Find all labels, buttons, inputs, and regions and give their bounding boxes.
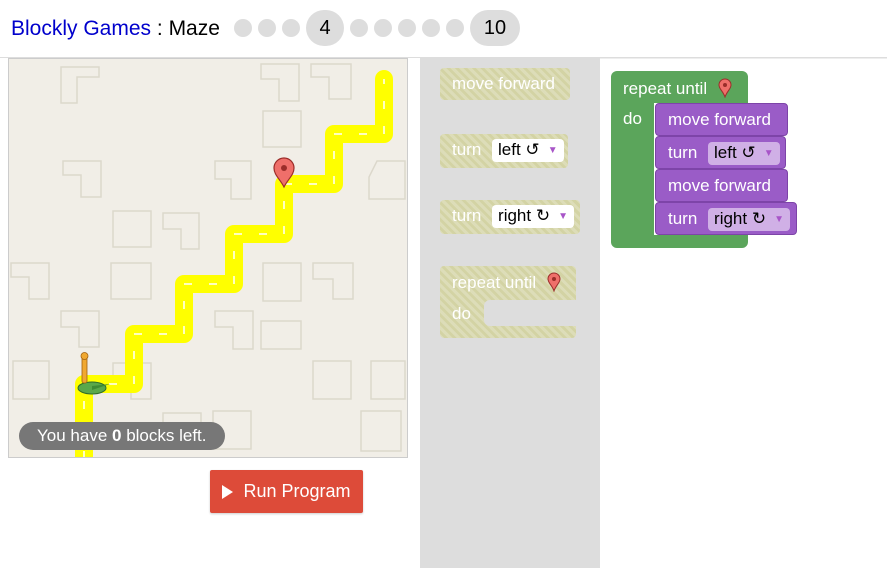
workspace[interactable]: repeat until do move forward turn left ↺… [600,58,887,568]
dropdown-arrow-icon: ▼ [558,210,568,222]
level-9-link[interactable] [446,19,464,37]
dropdown-arrow-icon: ▼ [547,144,558,156]
current-level[interactable]: 4 [306,10,344,46]
toolbox-repeat-until-label: repeat until [452,273,537,292]
workspace-left-value: left ↺ [714,143,756,162]
workspace-move-forward-label-2: move forward [668,176,771,195]
blocks-left-bubble: You have 0 blocks left. [19,422,225,450]
level-6-link[interactable] [374,19,392,37]
play-triangle-icon [222,484,234,499]
workspace-move-forward-block-2[interactable]: move forward [655,169,788,202]
dropdown-arrow-icon: ▼ [763,147,774,159]
toolbox-flyout: move forward turn left ↺ ▼ turn right ↻ ▼ … [420,58,600,568]
maze-board: You have 0 blocks left. [8,58,408,458]
maze-svg [10,63,406,457]
right-option-text: right ↻ [498,206,551,225]
level-selector: 4 10 [234,10,520,46]
left-option-text: left ↺ [498,140,540,159]
workspace-move-forward-label-1: move forward [668,110,771,129]
header: Blockly Games : Maze 4 10 [0,0,887,58]
run-program-button[interactable]: Run Program [210,470,363,513]
level-2-link[interactable] [258,19,276,37]
workspace-turn-right-block[interactable]: turn right ↻ ▼ [655,202,797,235]
toolbox-repeat-until-block[interactable]: repeat until do [440,266,576,338]
run-program-label: Run Program [243,481,351,501]
workspace-left-dropdown[interactable]: left ↺ ▼ [708,142,780,165]
toolbox-do-label: do [452,304,471,323]
level-5-link[interactable] [350,19,368,37]
level-8-link[interactable] [422,19,440,37]
capacity-prefix: You have [37,426,112,445]
workspace-repeat-until-label: repeat until [623,79,708,98]
capacity-suffix: blocks left. [121,426,207,445]
workspace-turn-label-1: turn [668,143,698,162]
title-separator: : [151,17,169,40]
workspace-right-value: right ↻ [714,209,767,228]
dropdown-arrow-icon: ▼ [774,213,784,225]
toolbox-turn-label: turn [452,140,482,159]
workspace-right-dropdown[interactable]: right ↻ ▼ [708,208,790,231]
toolbox-turn-label-2: turn [452,206,482,225]
blockly-games-link[interactable]: Blockly Games [11,17,151,40]
map-marker-icon [718,78,732,99]
workspace-turn-label-2: turn [668,209,698,228]
level-1-link[interactable] [234,19,252,37]
workspace-turn-left-block[interactable]: turn left ↺ ▼ [655,136,786,169]
toolbox-repeat-slot [484,300,576,326]
toolbox-right-dropdown[interactable]: right ↻ ▼ [492,205,574,228]
workspace-do-label: do [623,109,642,128]
maze-wall-tiles [10,63,406,452]
toolbox-left-dropdown[interactable]: left ↺ ▼ [492,139,564,162]
level-7-link[interactable] [398,19,416,37]
maze-path [75,70,393,457]
pegman-icon [77,352,110,395]
toolbox-move-forward-block[interactable]: move forward [440,68,570,100]
last-level-link[interactable]: 10 [470,10,520,46]
workspace-move-forward-block-1[interactable]: move forward [655,103,788,136]
toolbox-turn-right-block[interactable]: turn right ↻ ▼ [440,200,580,234]
level-3-link[interactable] [282,19,300,37]
toolbox-turn-left-block[interactable]: turn left ↺ ▼ [440,134,568,168]
toolbox-move-forward-label: move forward [452,74,555,93]
map-marker-icon [547,272,561,293]
game-name: Maze [168,17,220,40]
page-title: Blockly Games : Maze [11,17,220,41]
